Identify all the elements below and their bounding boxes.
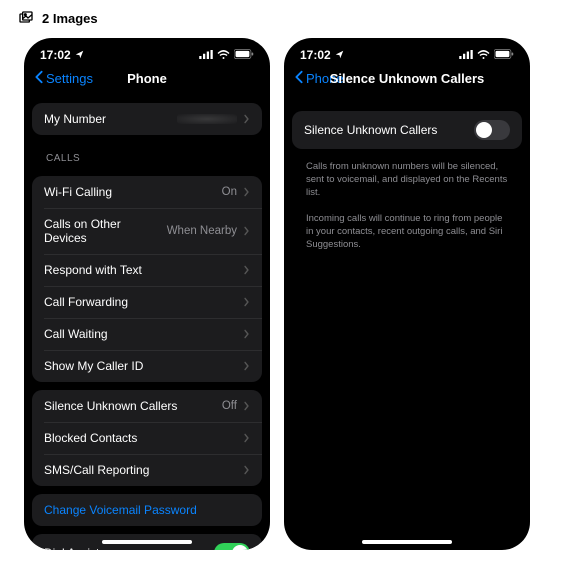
status-bar: 17:02 xyxy=(284,38,530,64)
page-header-label: 2 Images xyxy=(42,11,98,26)
battery-icon xyxy=(234,48,254,62)
wifi-icon xyxy=(217,48,230,62)
cell-label: Change Voicemail Password xyxy=(44,503,250,517)
cell-value: Off xyxy=(222,400,237,412)
chevron-right-icon xyxy=(243,401,250,411)
status-right xyxy=(459,48,514,62)
cell-value: When Nearby xyxy=(167,225,237,237)
cell-wifi-calling[interactable]: Wi-Fi Calling On xyxy=(32,176,262,208)
cell-label: Blocked Contacts xyxy=(44,431,243,445)
chevron-right-icon xyxy=(243,226,250,236)
back-label: Settings xyxy=(46,71,93,86)
page-header: 2 Images xyxy=(0,0,582,32)
chevron-right-icon xyxy=(243,114,250,124)
cell-label: Calls on Other Devices xyxy=(44,217,167,245)
chevron-right-icon xyxy=(243,329,250,339)
dial-assist-toggle[interactable] xyxy=(214,543,250,550)
home-indicator[interactable] xyxy=(362,540,452,544)
cell-show-caller-id[interactable]: Show My Caller ID xyxy=(32,350,262,382)
cell-label: Show My Caller ID xyxy=(44,359,243,373)
chevron-right-icon xyxy=(243,265,250,275)
cellular-icon xyxy=(459,48,473,62)
images-icon xyxy=(18,10,34,26)
cell-value: On xyxy=(222,186,237,198)
back-button[interactable]: Phone xyxy=(294,70,344,87)
phone-silence-screenshot: 17:02 xyxy=(284,38,530,550)
silence-footer-2: Incoming calls will continue to ring fro… xyxy=(292,209,522,255)
cell-blocked-contacts[interactable]: Blocked Contacts xyxy=(32,422,262,454)
group-silence-toggle: Silence Unknown Callers xyxy=(292,111,522,149)
section-header-calls: CALLS xyxy=(32,143,262,168)
silence-content[interactable]: Silence Unknown Callers Calls from unkno… xyxy=(284,95,530,550)
cell-sms-call-reporting[interactable]: SMS/Call Reporting xyxy=(32,454,262,486)
cell-label: Dial Assist xyxy=(44,546,214,550)
chevron-left-icon xyxy=(294,70,304,87)
chevron-right-icon xyxy=(243,297,250,307)
cell-label: Silence Unknown Callers xyxy=(304,123,474,137)
group-voicemail: Change Voicemail Password xyxy=(32,494,262,526)
cell-respond-with-text[interactable]: Respond with Text xyxy=(32,254,262,286)
cell-change-voicemail-password[interactable]: Change Voicemail Password xyxy=(32,494,262,526)
location-icon xyxy=(335,48,344,62)
cell-silence-unknown-toggle: Silence Unknown Callers xyxy=(292,111,522,149)
cell-label: Wi-Fi Calling xyxy=(44,185,222,199)
phone-settings-screenshot: 17:02 xyxy=(24,38,270,550)
settings-content[interactable]: My Number CALLS Wi-Fi Calling On Calls o… xyxy=(24,95,270,550)
status-left: 17:02 xyxy=(300,48,344,62)
silence-footer-1: Calls from unknown numbers will be silen… xyxy=(292,157,522,203)
battery-icon xyxy=(494,48,514,62)
cell-label: Respond with Text xyxy=(44,263,243,277)
nav-bar: Settings Phone xyxy=(24,64,270,95)
group-silence: Silence Unknown Callers Off Blocked Cont… xyxy=(32,390,262,486)
cell-call-waiting[interactable]: Call Waiting xyxy=(32,318,262,350)
status-bar: 17:02 xyxy=(24,38,270,64)
phones-row: 17:02 xyxy=(0,32,582,550)
cellular-icon xyxy=(199,48,213,62)
group-my-number: My Number xyxy=(32,103,262,135)
status-time: 17:02 xyxy=(40,48,71,62)
chevron-right-icon xyxy=(243,433,250,443)
cell-label: Silence Unknown Callers xyxy=(44,399,222,413)
location-icon xyxy=(75,48,84,62)
back-button[interactable]: Settings xyxy=(34,70,93,87)
cell-label: My Number xyxy=(44,112,177,126)
group-calls: Wi-Fi Calling On Calls on Other Devices … xyxy=(32,176,262,382)
cell-calls-other-devices[interactable]: Calls on Other Devices When Nearby xyxy=(32,208,262,254)
cell-call-forwarding[interactable]: Call Forwarding xyxy=(32,286,262,318)
chevron-left-icon xyxy=(34,70,44,87)
cell-my-number[interactable]: My Number xyxy=(32,103,262,135)
home-indicator[interactable] xyxy=(102,540,192,544)
chevron-right-icon xyxy=(243,187,250,197)
cell-label: SMS/Call Reporting xyxy=(44,463,243,477)
status-right xyxy=(199,48,254,62)
cell-silence-unknown[interactable]: Silence Unknown Callers Off xyxy=(32,390,262,422)
chevron-right-icon xyxy=(243,465,250,475)
silence-unknown-toggle[interactable] xyxy=(474,120,510,140)
cell-label: Call Forwarding xyxy=(44,295,243,309)
status-left: 17:02 xyxy=(40,48,84,62)
nav-bar: Phone Silence Unknown Callers xyxy=(284,64,530,95)
chevron-right-icon xyxy=(243,361,250,371)
wifi-icon xyxy=(477,48,490,62)
status-time: 17:02 xyxy=(300,48,331,62)
cell-label: Call Waiting xyxy=(44,327,243,341)
my-number-value-redacted xyxy=(177,114,237,124)
back-label: Phone xyxy=(306,71,344,86)
